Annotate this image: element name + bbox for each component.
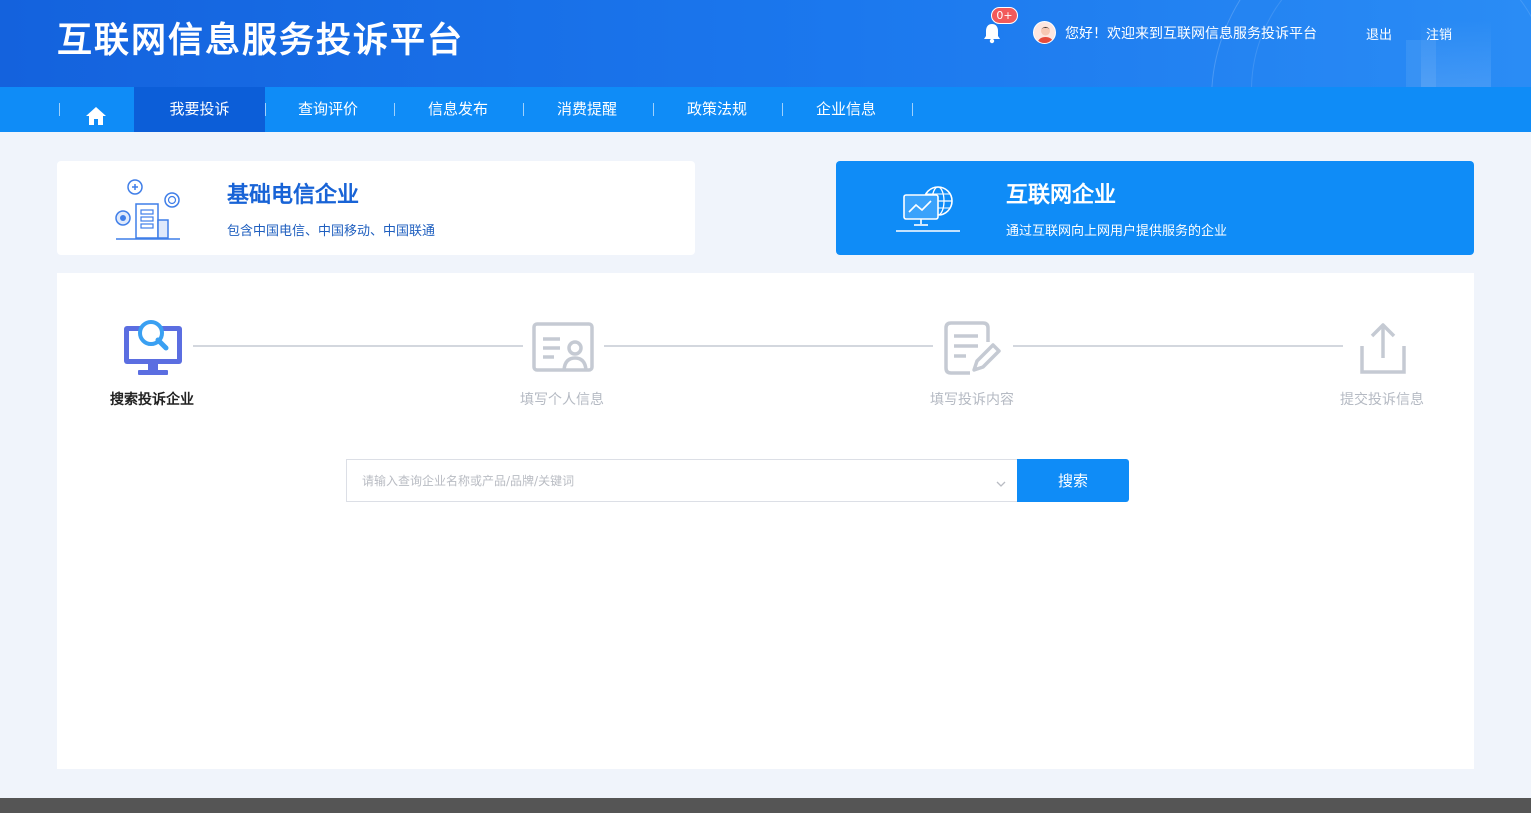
step-label: 提交投诉信息 bbox=[1340, 392, 1424, 408]
category-title: 基础电信企业 bbox=[227, 183, 360, 208]
notification-badge: 0+ bbox=[991, 7, 1018, 24]
main-nav: 我要投诉 查询评价 信息发布 消费提醒 政策法规 企业信息 bbox=[0, 87, 1531, 132]
welcome-text: 您好！欢迎来到互联网信息服务投诉平台 bbox=[1065, 26, 1317, 42]
bell-icon[interactable] bbox=[981, 22, 1003, 44]
cancel-account-link[interactable]: 注销 bbox=[1426, 24, 1452, 43]
category-title: 互联网企业 bbox=[1006, 183, 1117, 208]
nav-separator bbox=[59, 103, 60, 116]
category-card-internet[interactable]: 互联网企业 通过互联网向上网用户提供服务的企业 bbox=[836, 161, 1474, 255]
site-title: 互联网信息服务投诉平台 bbox=[57, 21, 465, 61]
footer bbox=[0, 798, 1531, 813]
nav-item-alerts[interactable]: 消费提醒 bbox=[530, 87, 644, 132]
nav-item-complaint[interactable]: 我要投诉 bbox=[134, 87, 265, 132]
upload-icon bbox=[1352, 320, 1414, 382]
step-connector bbox=[193, 345, 523, 347]
nav-separator bbox=[265, 103, 266, 116]
chevron-down-icon[interactable] bbox=[995, 475, 1007, 487]
nav-item-query[interactable]: 查询评价 bbox=[271, 87, 385, 132]
nav-separator bbox=[782, 103, 783, 116]
company-search-input[interactable] bbox=[347, 460, 1017, 501]
nav-item-company[interactable]: 企业信息 bbox=[789, 87, 903, 132]
step-connector bbox=[1013, 345, 1343, 347]
category-description: 通过互联网向上网用户提供服务的企业 bbox=[1006, 224, 1228, 239]
id-card-icon bbox=[532, 320, 594, 382]
category-card-telecom[interactable]: 基础电信企业 包含中国电信、中国移动、中国联通 bbox=[57, 161, 695, 255]
search-button[interactable]: 搜索 bbox=[1017, 459, 1129, 502]
nav-home[interactable] bbox=[66, 87, 126, 132]
internet-monitor-icon bbox=[894, 181, 962, 239]
edit-document-icon bbox=[942, 320, 1004, 382]
step-label: 搜索投诉企业 bbox=[110, 392, 194, 408]
company-search-box bbox=[346, 459, 1017, 502]
category-description: 包含中国电信、中国移动、中国联通 bbox=[227, 224, 436, 239]
step-label: 填写个人信息 bbox=[520, 392, 604, 408]
nav-item-news[interactable]: 信息发布 bbox=[401, 87, 515, 132]
monitor-search-icon bbox=[122, 320, 184, 382]
step-label: 填写投诉内容 bbox=[930, 392, 1014, 408]
nav-item-policy[interactable]: 政策法规 bbox=[660, 87, 774, 132]
header: 互联网信息服务投诉平台 0+ 您好！欢迎来到互联网信息服务投诉平台 退出 注销 bbox=[0, 0, 1531, 87]
telecom-building-icon bbox=[112, 175, 184, 247]
logout-link[interactable]: 退出 bbox=[1366, 24, 1392, 43]
nav-separator bbox=[653, 103, 654, 116]
step-connector bbox=[604, 345, 933, 347]
nav-separator bbox=[394, 103, 395, 116]
avatar[interactable] bbox=[1033, 21, 1056, 44]
nav-separator bbox=[523, 103, 524, 116]
nav-separator bbox=[912, 103, 913, 116]
home-icon bbox=[85, 99, 107, 144]
complaint-panel: 搜索投诉企业 填写个人信息 填写投诉内容 提交投诉信息 请输入查询企业名称或产品… bbox=[57, 273, 1474, 769]
header-decoration bbox=[1406, 40, 1436, 87]
